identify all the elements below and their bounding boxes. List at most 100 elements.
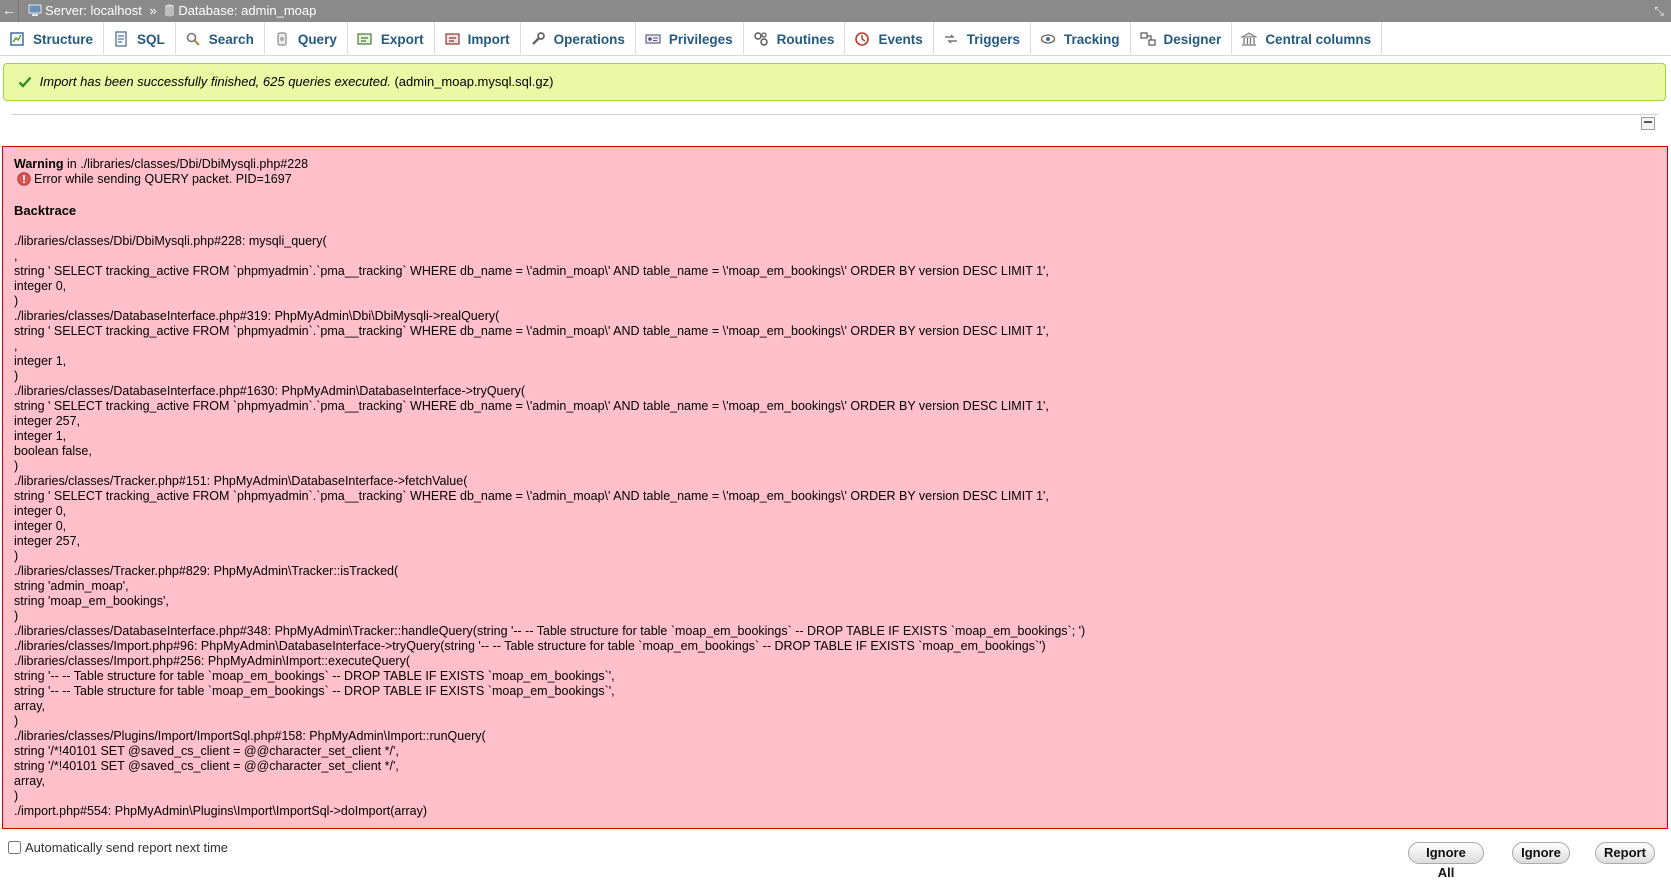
backtrace-line: integer 1, — [14, 429, 67, 443]
routines-icon — [753, 32, 768, 46]
backtrace-line: ./libraries/classes/Import.php#256: PhpM… — [14, 654, 411, 668]
backtrace-line: ./libraries/classes/DatabaseInterface.ph… — [14, 309, 500, 323]
backtrace-line: string '/*!40101 SET @saved_cs_client = … — [14, 744, 399, 758]
backtrace-line: string 'moap_em_bookings', — [14, 594, 169, 608]
sql-icon — [115, 31, 127, 47]
breadcrumb-database-label: Database: admin_moap — [178, 3, 317, 18]
tab-bar: Structure SQL Search Query Export Import Opera… — [0, 22, 1671, 56]
search-icon — [186, 32, 200, 46]
tab-triggers[interactable]: Triggers — [934, 22, 1031, 54]
collapse-icon[interactable]: ⤡ — [1651, 0, 1667, 22]
backtrace-line: ) — [14, 714, 19, 728]
backtrace-line: string '-- -- Table structure for table … — [14, 669, 615, 683]
backtrace-line: ) — [14, 549, 19, 563]
error-line: Error while sending QUERY packet. PID=16… — [14, 172, 1656, 187]
backtrace-line: string '/*!40101 SET @saved_cs_client = … — [14, 759, 399, 773]
backtrace-line: ) — [14, 609, 19, 623]
backtrace-line: integer 257, — [14, 534, 81, 548]
backtrace-line: string ' SELECT tracking_active FROM `ph… — [14, 324, 1049, 338]
tab-query[interactable]: Query — [265, 22, 348, 54]
backtrace-line: ./libraries/classes/Import.php#96: PhpMy… — [14, 639, 1046, 653]
tab-search[interactable]: Search — [176, 22, 265, 54]
breadcrumb-bar: ← Server: localhost » Database: admin_mo… — [0, 0, 1671, 22]
breadcrumb-server[interactable]: Server: localhost — [28, 3, 145, 18]
tab-routines[interactable]: Routines — [744, 22, 846, 54]
check-icon — [18, 76, 32, 88]
breadcrumb-server-label: Server: localhost — [45, 3, 142, 18]
error-panel: Warning in ./libraries/classes/Dbi/DbiMy… — [2, 146, 1668, 829]
backtrace-line: ./libraries/classes/Tracker.php#829: Php… — [14, 564, 399, 578]
success-file: (admin_moap.mysql.sql.gz) — [394, 74, 554, 89]
backtrace-line: boolean false, — [14, 444, 92, 458]
backtrace-line: ./libraries/classes/Dbi/DbiMysqli.php#22… — [14, 234, 327, 248]
backtrace-line: ./import.php#554: PhpMyAdmin\Plugins\Imp… — [14, 804, 428, 818]
backtrace: ./libraries/classes/Dbi/DbiMysqli.php#22… — [14, 234, 1656, 819]
ignore-button[interactable]: Ignore — [1512, 842, 1570, 864]
auto-report-label: Automatically send report next time — [25, 840, 229, 855]
tab-events[interactable]: Events — [845, 22, 934, 54]
privileges-icon — [645, 34, 661, 44]
tab-tracking[interactable]: Tracking — [1031, 22, 1131, 54]
breadcrumb-separator: » — [149, 3, 157, 18]
eye-icon — [1040, 34, 1056, 44]
success-message: Import has been successfully finished, 6… — [3, 63, 1666, 101]
backtrace-line: ) — [14, 294, 19, 308]
backtrace-line: integer 0, — [14, 279, 67, 293]
backtrace-line: ) — [14, 789, 19, 803]
wrench-icon — [531, 32, 545, 45]
warning-line: Warning in ./libraries/classes/Dbi/DbiMy… — [14, 157, 1656, 172]
auto-report-checkbox[interactable] — [8, 841, 21, 854]
backtrace-line: string ' SELECT tracking_active FROM `ph… — [14, 489, 1049, 503]
auto-report-option[interactable]: Automatically send report next time — [8, 841, 228, 855]
tab-operations[interactable]: Operations — [521, 22, 636, 54]
events-icon — [855, 32, 870, 46]
backtrace-line: , — [14, 339, 18, 353]
backtrace-line: ./libraries/classes/Plugins/Import/Impor… — [14, 729, 486, 743]
success-text: Import has been successfully finished, 6… — [39, 74, 391, 89]
backtrace-line: string ' SELECT tracking_active FROM `ph… — [14, 264, 1049, 278]
backtrace-line: ) — [14, 369, 19, 383]
export-icon — [357, 33, 372, 45]
backtrace-title: Backtrace — [14, 203, 77, 218]
tab-export[interactable]: Export — [348, 22, 435, 54]
tab-designer[interactable]: Designer — [1131, 22, 1233, 54]
backtrace-line: , — [14, 249, 18, 263]
ignore-all-button[interactable]: Ignore All — [1408, 842, 1484, 880]
tab-privileges[interactable]: Privileges — [636, 22, 744, 54]
query-icon — [277, 32, 287, 46]
backtrace-line: ) — [14, 459, 19, 473]
import-icon — [445, 33, 460, 45]
breadcrumb: Server: localhost » Database: admin_moap — [28, 0, 316, 22]
backtrace-line: array, — [14, 774, 46, 788]
error-report-footer: Automatically send report next time Igno… — [0, 832, 1671, 880]
error-message: Error while sending QUERY packet. PID=16… — [34, 172, 292, 186]
minimize-icon[interactable] — [1641, 117, 1655, 130]
backtrace-line: ./libraries/classes/Tracker.php#151: Php… — [14, 474, 468, 488]
backtrace-line: string 'admin_moap', — [14, 579, 129, 593]
error-icon — [17, 172, 31, 186]
tab-sql[interactable]: SQL — [104, 22, 176, 54]
tab-central-columns[interactable]: Central columns — [1232, 22, 1383, 54]
backtrace-line: string '-- -- Table structure for table … — [14, 684, 615, 698]
warning-location: in ./libraries/classes/Dbi/DbiMysqli.php… — [67, 157, 309, 171]
backtrace-line: integer 1, — [14, 354, 67, 368]
back-arrow-icon[interactable]: ← — [0, 0, 19, 22]
backtrace-line: integer 257, — [14, 414, 81, 428]
breadcrumb-database[interactable]: Database: admin_moap — [164, 3, 316, 18]
structure-icon — [10, 32, 24, 46]
designer-icon — [1139, 32, 1156, 46]
backtrace-line: integer 0, — [14, 519, 67, 533]
tab-import[interactable]: Import — [435, 22, 521, 54]
backtrace-line: array, — [14, 699, 46, 713]
warning-label: Warning — [14, 157, 64, 171]
divider — [12, 114, 1658, 115]
backtrace-line: ./libraries/classes/DatabaseInterface.ph… — [14, 624, 1086, 638]
report-button[interactable]: Report — [1595, 842, 1655, 864]
server-icon — [28, 4, 42, 16]
backtrace-line: integer 0, — [14, 504, 67, 518]
backtrace-line: string ' SELECT tracking_active FROM `ph… — [14, 399, 1049, 413]
central-columns-icon — [1240, 32, 1259, 46]
backtrace-line: ./libraries/classes/DatabaseInterface.ph… — [14, 384, 526, 398]
triggers-icon — [944, 34, 957, 44]
tab-structure[interactable]: Structure — [0, 22, 105, 54]
